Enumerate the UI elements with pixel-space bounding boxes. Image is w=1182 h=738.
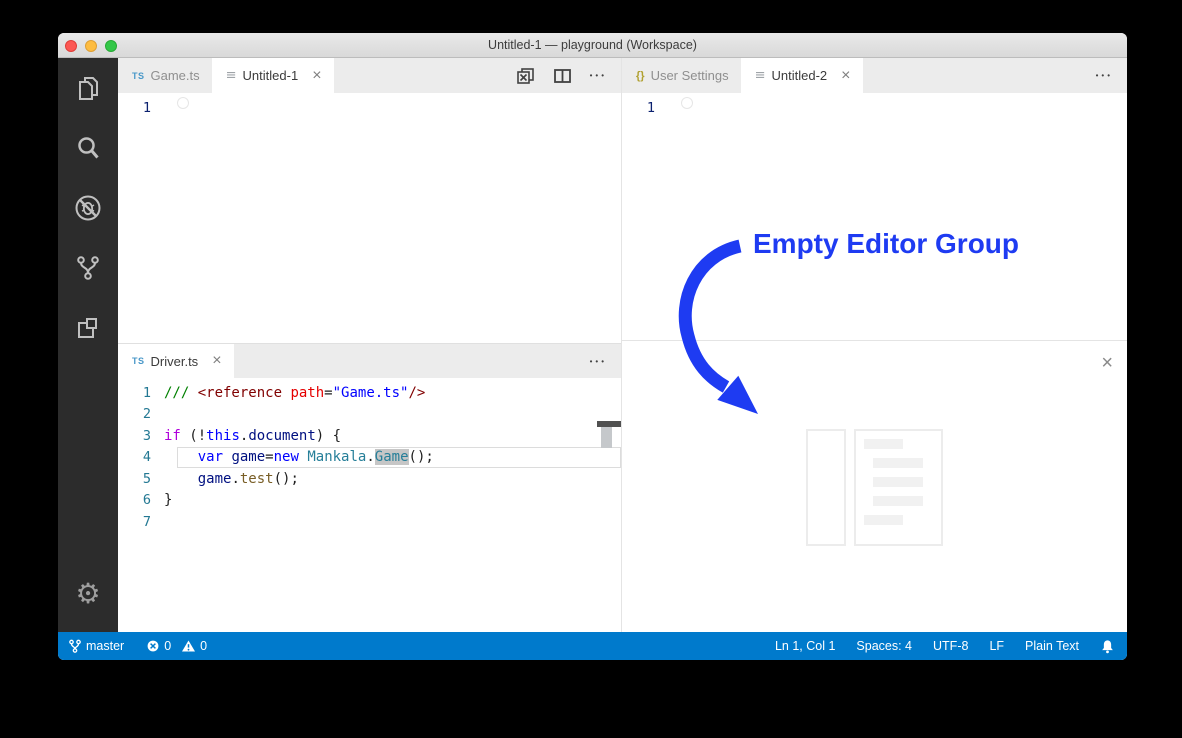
settings-gear-icon[interactable]: ⚙: [58, 564, 118, 624]
notifications-bell[interactable]: [1100, 639, 1115, 654]
code-line[interactable]: 1 /// <reference path="Game.ts"/>: [118, 382, 621, 404]
activity-bar: ⚙: [58, 58, 118, 632]
vscode-window: Untitled-1 — playground (Workspace) ⚙ TS…: [58, 33, 1127, 660]
close-tab-icon[interactable]: ×: [212, 353, 221, 369]
editor-untitled-2[interactable]: 1: [622, 93, 1127, 340]
code-line[interactable]: 6}: [118, 490, 621, 512]
code-line[interactable]: 1: [118, 97, 621, 119]
editor-actions: •••: [516, 58, 621, 93]
tab-untitled-2[interactable]: ≡ Untitled-2 ×: [740, 58, 863, 93]
close-tab-icon[interactable]: ×: [312, 67, 321, 84]
code-text: /// <reference path="Game.ts"/>: [164, 384, 426, 401]
tabstrip-right-top: {} User Settings ≡ Untitled-2 × •••: [622, 58, 1127, 93]
branch-name: master: [86, 639, 125, 653]
tab-user-settings[interactable]: {} User Settings: [622, 58, 741, 93]
zoom-window-button[interactable]: [105, 39, 117, 52]
watermark-sidebar-shape: [806, 429, 846, 546]
code-line[interactable]: 7: [118, 511, 621, 533]
tabstrip-left-bottom: TS Driver.ts × •••: [118, 343, 621, 378]
json-braces-icon: {}: [636, 69, 645, 82]
line-number: 3: [142, 427, 151, 444]
git-branch-icon: [69, 639, 81, 653]
indentation[interactable]: Spaces: 4: [856, 639, 912, 653]
close-group-icon[interactable]: ×: [1101, 353, 1113, 373]
code-line[interactable]: 3 if (!this.document) {: [118, 425, 621, 447]
code-text: }: [164, 492, 173, 509]
close-all-editors-icon[interactable]: [516, 67, 535, 85]
tab-untitled-1[interactable]: ≡ Untitled-1 ×: [211, 58, 334, 93]
errors-icon: [147, 640, 159, 652]
title-bar[interactable]: Untitled-1 — playground (Workspace): [58, 33, 1127, 58]
code-line[interactable]: 4 var game=new Mankala.Game();: [118, 446, 621, 468]
code-line[interactable]: 2: [118, 404, 621, 426]
typescript-icon: TS: [132, 356, 145, 366]
tab-label: Untitled-2: [771, 68, 828, 83]
search-icon[interactable]: [58, 118, 118, 178]
eol-sequence[interactable]: LF: [989, 639, 1004, 653]
source-control-icon[interactable]: [58, 238, 118, 298]
traffic-lights: [65, 39, 117, 52]
language-mode[interactable]: Plain Text: [1025, 639, 1079, 653]
tab-label: Driver.ts: [150, 353, 199, 369]
empty-editor-group[interactable]: ×: [622, 340, 1127, 632]
line-number: 5: [142, 470, 151, 487]
close-window-button[interactable]: [65, 39, 77, 52]
split-editor-icon[interactable]: [553, 67, 572, 85]
line-number: 6: [142, 492, 151, 509]
error-count: 0: [164, 639, 172, 653]
encoding[interactable]: UTF-8: [933, 639, 968, 653]
warning-count: 0: [200, 639, 208, 653]
warnings-icon: [182, 640, 196, 652]
more-actions-icon[interactable]: •••: [590, 357, 607, 366]
tab-label: User Settings: [650, 68, 729, 83]
editor-group-left: TS Game.ts ≡ Untitled-1 × ••• 1 TS Drive…: [118, 58, 622, 632]
editor-area: TS Game.ts ≡ Untitled-1 × ••• 1 TS Drive…: [118, 58, 1127, 632]
code-text: if (!this.document) {: [164, 427, 342, 444]
more-actions-icon[interactable]: •••: [1096, 71, 1113, 80]
bell-icon: [1102, 639, 1113, 653]
window-title: Untitled-1 — playground (Workspace): [488, 38, 697, 52]
status-bar: master 0 0 Ln 1, Col 1 Spaces: 4 UTF-8 L…: [58, 632, 1127, 660]
typescript-icon: TS: [132, 70, 145, 81]
untitled-file-icon: ≡: [225, 68, 237, 83]
line-number: 1: [646, 99, 655, 116]
line-number: 2: [142, 406, 151, 423]
tab-label: Game.ts: [150, 68, 200, 83]
code-text: var game=new Mankala.Game();: [197, 449, 434, 466]
problems-indicator[interactable]: 0 0: [146, 639, 207, 653]
tab-label: Untitled-1: [242, 68, 299, 83]
driver-code-lines: 1 /// <reference path="Game.ts"/> 2 3 if (!t…: [118, 382, 621, 533]
code-line[interactable]: 1: [622, 97, 1127, 119]
git-branch-indicator[interactable]: master: [68, 639, 124, 653]
tab-game-ts[interactable]: TS Game.ts: [118, 58, 212, 93]
current-line-highlight: [681, 97, 693, 109]
minimize-window-button[interactable]: [85, 39, 97, 52]
cursor-position[interactable]: Ln 1, Col 1: [775, 639, 835, 653]
line-number: 7: [142, 513, 151, 530]
editor-driver-ts[interactable]: 1 /// <reference path="Game.ts"/> 2 3 if (!t…: [118, 378, 621, 632]
debug-disabled-icon[interactable]: [58, 178, 118, 238]
editor-group-right: {} User Settings ≡ Untitled-2 × ••• 1 × …: [622, 58, 1127, 632]
line-number: 1: [142, 99, 151, 116]
code-line[interactable]: 5 game.test();: [118, 468, 621, 490]
close-tab-icon[interactable]: ×: [841, 67, 850, 84]
current-line-highlight: [177, 97, 189, 109]
more-actions-icon[interactable]: •••: [590, 71, 607, 80]
empty-group-watermark: [802, 425, 946, 550]
code-text: game.test();: [197, 470, 299, 487]
screenshot-canvas: Untitled-1 — playground (Workspace) ⚙ TS…: [0, 0, 1182, 738]
scrollbar-slider[interactable]: [601, 427, 612, 448]
extensions-icon[interactable]: [58, 298, 118, 358]
tabstrip-left-top: TS Game.ts ≡ Untitled-1 × •••: [118, 58, 621, 93]
tab-driver-ts[interactable]: TS Driver.ts ×: [118, 344, 234, 378]
editor-untitled-1[interactable]: 1: [118, 93, 621, 343]
untitled-file-icon: ≡: [754, 68, 766, 83]
line-number: 1: [142, 384, 151, 401]
files-explorer-icon[interactable]: [58, 58, 118, 118]
line-number: 4: [142, 449, 151, 466]
